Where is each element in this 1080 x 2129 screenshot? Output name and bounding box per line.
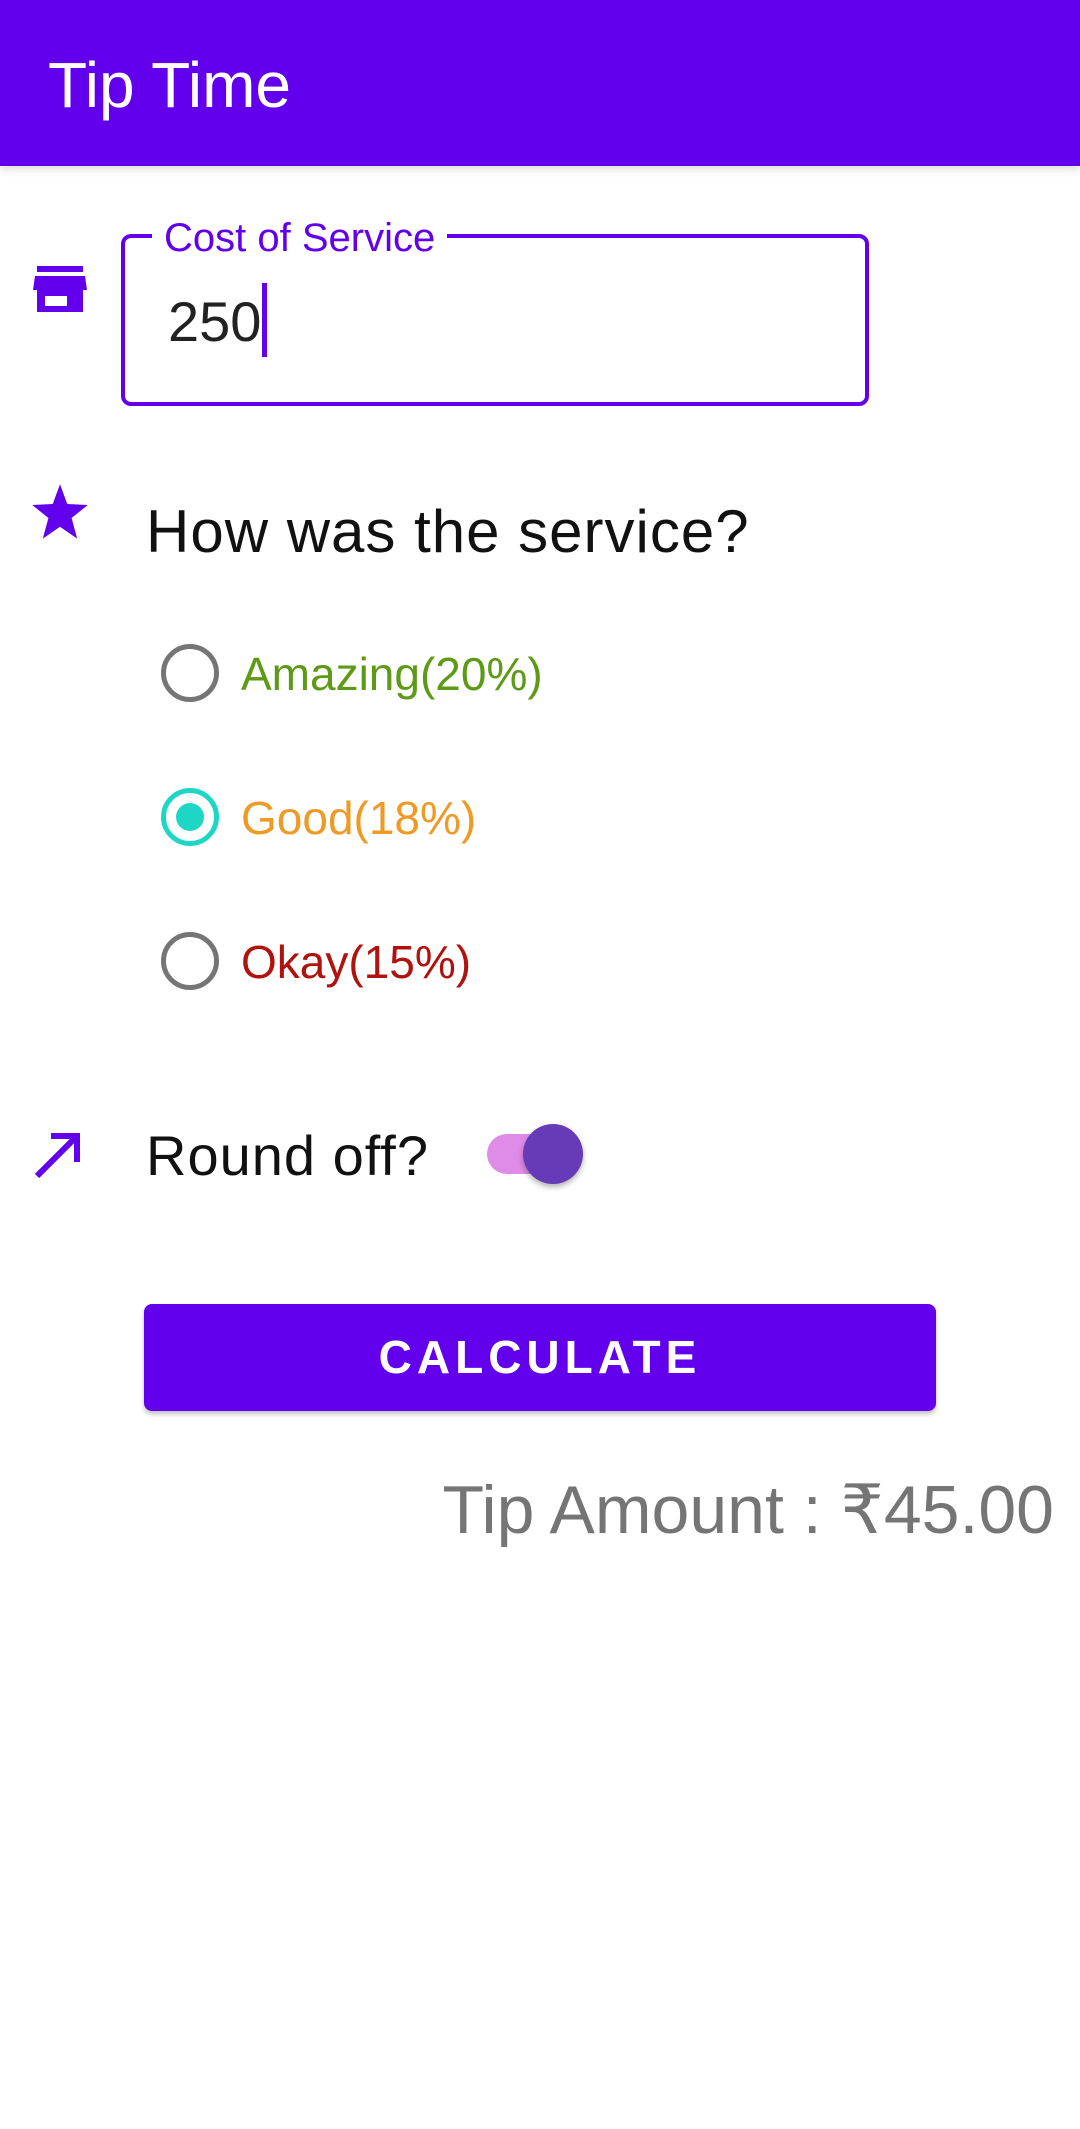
- storefront-icon: [33, 266, 87, 312]
- radio-okay-label[interactable]: Okay(15%): [241, 934, 471, 990]
- round-off-switch-thumb[interactable]: [523, 1124, 583, 1184]
- tip-amount-result: Tip Amount : ₹45.00: [442, 1472, 1054, 1548]
- radio-good-label[interactable]: Good(18%): [241, 790, 476, 846]
- cost-of-service-input[interactable]: 250: [168, 290, 261, 354]
- app-bar: Tip Time: [0, 0, 1080, 166]
- round-off-label: Round off?: [146, 1124, 429, 1187]
- radio-okay[interactable]: [161, 932, 219, 990]
- radio-amazing[interactable]: [161, 644, 219, 702]
- trending-up-arrow-icon: [34, 1133, 80, 1179]
- radio-amazing-label[interactable]: Amazing(20%): [241, 646, 543, 702]
- app-title: Tip Time: [48, 49, 291, 121]
- calculate-button[interactable]: CALCULATE: [144, 1304, 936, 1411]
- text-cursor: [262, 283, 267, 357]
- star-icon: [32, 484, 88, 539]
- cost-of-service-label: Cost of Service: [152, 214, 448, 262]
- service-question: How was the service?: [146, 498, 750, 565]
- radio-good[interactable]: [161, 788, 219, 846]
